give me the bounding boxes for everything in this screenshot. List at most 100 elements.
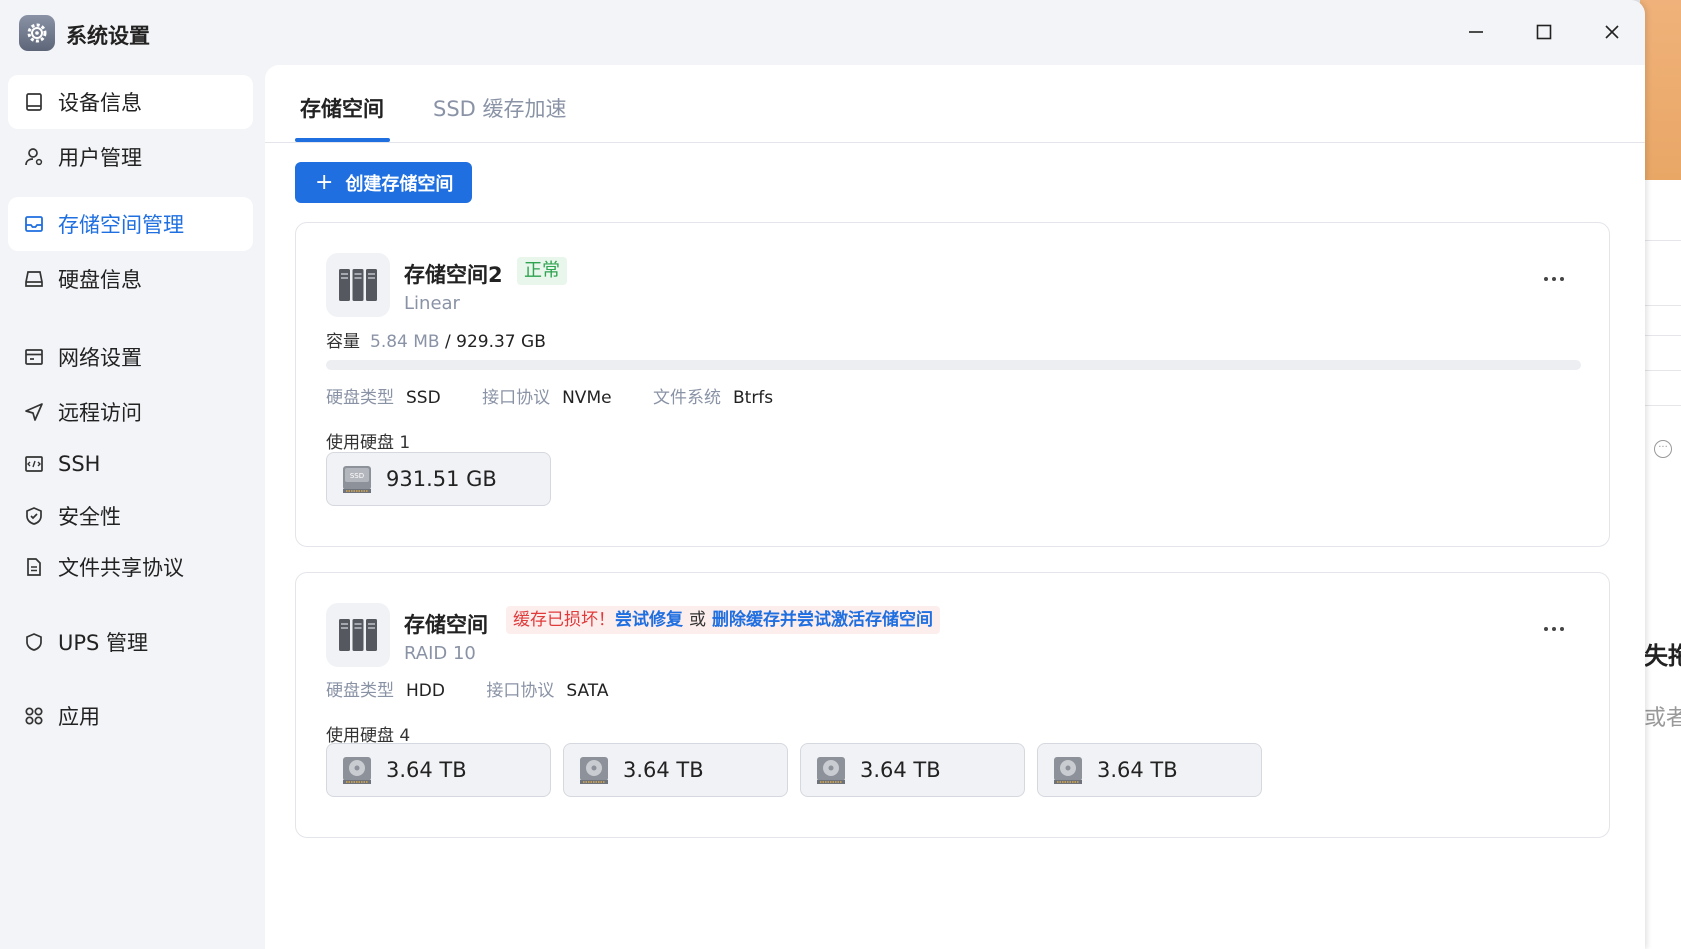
plus-icon: + — [315, 170, 334, 195]
window-title: 系统设置 — [66, 24, 150, 48]
disk-type-label: 硬盘类型 — [326, 388, 394, 408]
disk-count-label: 使用硬盘 1 — [326, 433, 411, 453]
more-circle-icon: ··· — [1654, 440, 1672, 458]
svg-text:SSD: SSD — [350, 472, 364, 480]
disk-chip[interactable]: 3.64 TB — [800, 743, 1025, 797]
terminal-icon — [22, 452, 46, 476]
interface-label: 接口协议 — [482, 388, 551, 408]
sidebar-item-label: 硬盘信息 — [58, 268, 142, 292]
user-icon — [22, 145, 46, 169]
sidebar-item-label: 网络设置 — [58, 346, 142, 370]
interface-label: 接口协议 — [486, 681, 555, 701]
maximize-icon — [1536, 24, 1552, 40]
more-options-button[interactable] — [1539, 271, 1569, 291]
title-bar: 系统设置 — [0, 0, 1645, 64]
disk-type-label: 硬盘类型 — [326, 681, 394, 701]
disk-chip[interactable]: SSD 931.51 GB — [326, 452, 551, 506]
pool-raid-type: Linear — [404, 293, 460, 314]
background-text: 或者 — [1644, 706, 1681, 731]
main-panel: 存储空间 SSD 缓存加速 + 创建存储空间 存储空间2 正常 Linear 容… — [265, 65, 1645, 949]
close-button[interactable] — [1594, 16, 1630, 48]
capacity-row: 容量 5.84 MB / 929.37 GB — [326, 327, 546, 352]
network-icon — [22, 345, 46, 369]
disk-size: 3.64 TB — [860, 758, 941, 782]
sidebar-item-label: 安全性 — [58, 505, 121, 529]
disk-size: 3.64 TB — [1097, 758, 1178, 782]
pool-raid-type: RAID 10 — [404, 643, 476, 664]
pool-meta-row: 硬盘类型 SSD 接口协议 NVMe 文件系统 Btrfs — [326, 383, 809, 408]
minimize-button[interactable] — [1458, 16, 1494, 48]
create-storage-button[interactable]: + 创建存储空间 — [295, 162, 472, 203]
shield-check-icon — [22, 504, 46, 528]
tab-ssd-cache[interactable]: SSD 缓存加速 — [433, 93, 567, 123]
disk-chip[interactable]: 3.64 TB — [326, 743, 551, 797]
hdd-icon — [343, 757, 371, 784]
active-tab-indicator — [295, 138, 390, 142]
sidebar-item-file-sharing[interactable]: 文件共享协议 — [8, 540, 253, 594]
storage-icon — [22, 212, 46, 236]
sidebar-item-label: 远程访问 — [58, 401, 142, 425]
minimize-icon — [1469, 31, 1483, 33]
settings-window: 系统设置 设备信息 用户管理 存储空间管理 硬盘信息 网络设置 远程访问 SSH… — [0, 0, 1645, 949]
filesystem-value: Btrfs — [732, 388, 774, 408]
cache-warning: 缓存已损坏！尝试修复或删除缓存并尝试激活存储空间 — [506, 606, 940, 634]
ssd-icon: SSD — [343, 466, 371, 493]
sidebar-item-label: UPS 管理 — [58, 631, 149, 655]
hdd-icon — [1054, 757, 1082, 784]
capacity-total: / 929.37 GB — [445, 332, 546, 352]
sidebar-item-disk-info[interactable]: 硬盘信息 — [8, 252, 253, 306]
sidebar-item-label: 应用 — [58, 705, 100, 729]
sidebar-item-security[interactable]: 安全性 — [8, 489, 253, 543]
apps-icon — [22, 704, 46, 728]
more-options-button[interactable] — [1539, 621, 1569, 641]
disk-type-value: HDD — [406, 681, 445, 701]
capacity-progress-bar — [326, 360, 1581, 370]
sidebar-item-label: 用户管理 — [58, 146, 142, 170]
background-text: 失拖 — [1644, 642, 1681, 670]
sidebar-item-user-management[interactable]: 用户管理 — [8, 130, 253, 184]
capacity-used: 5.84 MB — [370, 332, 440, 352]
disk-chip[interactable]: 3.64 TB — [563, 743, 788, 797]
close-icon — [1605, 25, 1619, 39]
background-image — [1640, 0, 1681, 180]
sidebar-item-ups[interactable]: UPS 管理 — [8, 615, 253, 669]
disk-icon — [22, 267, 46, 291]
hdd-icon — [580, 757, 608, 784]
disk-size: 3.64 TB — [386, 758, 467, 782]
capacity-label: 容量 — [326, 332, 360, 352]
or-text: 或 — [689, 610, 706, 630]
sidebar-item-network-settings[interactable]: 网络设置 — [8, 330, 253, 384]
sidebar-item-label: 存储空间管理 — [58, 213, 184, 237]
delete-cache-activate-link[interactable]: 删除缓存并尝试激活存储空间 — [712, 610, 933, 630]
server-rack-icon — [326, 253, 390, 317]
disk-type-value: SSD — [406, 388, 441, 408]
maximize-button[interactable] — [1526, 16, 1562, 48]
disk-size: 3.64 TB — [623, 758, 704, 782]
settings-gear-icon — [19, 15, 55, 51]
create-storage-label: 创建存储空间 — [345, 173, 454, 195]
document-icon — [22, 555, 46, 579]
device-icon — [22, 90, 46, 114]
pool-name: 存储空间 — [404, 613, 488, 637]
sidebar-item-device-info[interactable]: 设备信息 — [8, 75, 253, 129]
disk-chip[interactable]: 3.64 TB — [1037, 743, 1262, 797]
send-icon — [22, 400, 46, 424]
sidebar-item-apps[interactable]: 应用 — [8, 689, 253, 743]
filesystem-label: 文件系统 — [652, 388, 721, 408]
more-horizontal-icon — [1543, 613, 1565, 638]
hdd-icon — [817, 757, 845, 784]
sidebar-item-remote-access[interactable]: 远程访问 — [8, 385, 253, 439]
status-badge: 正常 — [517, 257, 567, 285]
interface-value: SATA — [566, 681, 609, 701]
disk-size: 931.51 GB — [386, 467, 497, 491]
sidebar-item-label: 文件共享协议 — [58, 556, 184, 580]
tab-bar: 存储空间 SSD 缓存加速 — [265, 65, 1645, 143]
pool-meta-row: 硬盘类型 HDD 接口协议 SATA — [326, 676, 645, 701]
sidebar-item-ssh[interactable]: SSH — [8, 437, 253, 491]
storage-pool-card: 存储空间2 正常 Linear 容量 5.84 MB / 929.37 GB 硬盘… — [295, 222, 1610, 547]
try-repair-link[interactable]: 尝试修复 — [615, 610, 683, 630]
sidebar-item-storage-management[interactable]: 存储空间管理 — [8, 197, 253, 251]
tab-storage-space[interactable]: 存储空间 — [300, 93, 384, 123]
sidebar-item-label: 设备信息 — [58, 91, 142, 115]
background-window: ··· 失拖 或者 — [1640, 0, 1681, 949]
